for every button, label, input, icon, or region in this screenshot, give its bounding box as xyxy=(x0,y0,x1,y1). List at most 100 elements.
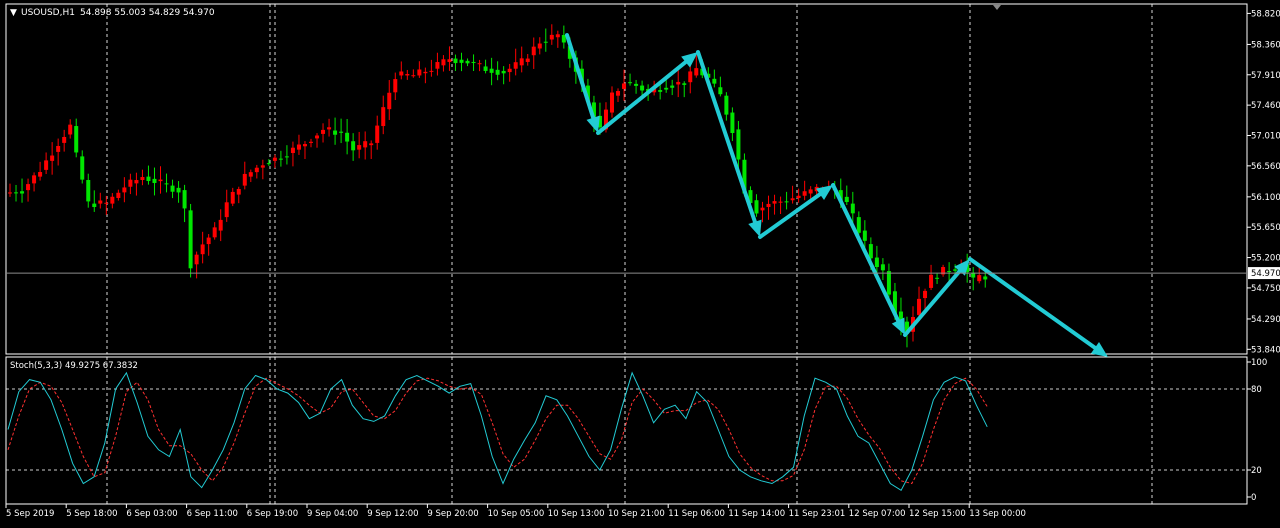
candle-body xyxy=(513,62,518,69)
candle-body xyxy=(284,156,289,158)
candle-body xyxy=(868,244,873,259)
time-tick-label: 11 Sep 06:00 xyxy=(668,509,725,519)
candle-body xyxy=(465,60,470,64)
candle-body xyxy=(92,203,97,208)
candle-body xyxy=(555,34,560,38)
candle-body xyxy=(947,271,952,273)
candle-body xyxy=(880,264,885,271)
candle-body xyxy=(856,217,861,233)
stoch-level-label: 0 xyxy=(1251,493,1256,503)
candle-body xyxy=(32,175,37,184)
candle-body xyxy=(38,172,43,177)
candle-body xyxy=(760,207,765,211)
candle-body xyxy=(531,46,536,56)
candle-body xyxy=(525,58,530,62)
candle-body xyxy=(935,277,940,279)
candle-body xyxy=(929,274,934,288)
candle-body xyxy=(495,69,500,75)
candle-body xyxy=(266,163,271,165)
candle-body xyxy=(664,87,669,90)
candle-body xyxy=(327,127,332,130)
stochastic-label: Stoch(5,3,3) 49.9275 67.3832 xyxy=(10,361,138,371)
time-tick-label: 12 Sep 07:00 xyxy=(849,509,906,519)
stoch-level-label: 20 xyxy=(1251,466,1262,476)
price-tick-label: 57.910 xyxy=(1251,71,1280,81)
time-tick-label: 9 Sep 20:00 xyxy=(427,509,478,519)
time-tick-label: 13 Sep 00:00 xyxy=(969,509,1026,519)
candle-body xyxy=(977,275,982,282)
time-tick-label: 5 Sep 2019 xyxy=(6,509,54,519)
time-tick-label: 10 Sep 21:00 xyxy=(608,509,665,519)
time-tick-label: 11 Sep 14:00 xyxy=(728,509,785,519)
candle-body xyxy=(423,71,428,74)
candle-body xyxy=(796,195,801,198)
candle-body xyxy=(453,58,458,64)
candle-body xyxy=(212,227,217,238)
candle-body xyxy=(176,187,181,193)
stoch-level-label: 80 xyxy=(1251,385,1262,395)
candle-body xyxy=(182,190,187,209)
candle-body xyxy=(634,83,639,86)
candle-body xyxy=(917,298,922,315)
candle-body xyxy=(730,112,735,133)
candle-body xyxy=(152,178,157,183)
price-tick-label: 55.650 xyxy=(1251,223,1280,233)
candle-body xyxy=(441,59,446,66)
candle-body xyxy=(790,198,795,201)
candle-body xyxy=(224,202,229,218)
candle-body xyxy=(339,131,344,133)
candle-body xyxy=(399,71,404,76)
stoch-level-label: 100 xyxy=(1251,358,1267,368)
time-tick-label: 9 Sep 04:00 xyxy=(307,509,358,519)
candle-body xyxy=(923,290,928,299)
candle-body xyxy=(134,180,139,184)
candle-body xyxy=(543,41,548,43)
time-tick-label: 6 Sep 19:00 xyxy=(247,509,298,519)
candle-body xyxy=(302,144,307,147)
candle-body xyxy=(688,71,693,83)
candle-body xyxy=(68,124,73,135)
candle-body xyxy=(670,85,675,88)
candle-body xyxy=(164,183,169,185)
current-price-label: 54.970 xyxy=(1251,269,1280,279)
candle-body xyxy=(146,176,151,182)
time-tick-label: 12 Sep 15:00 xyxy=(909,509,966,519)
candle-body xyxy=(188,210,193,269)
price-tick-label: 55.200 xyxy=(1251,254,1280,264)
candle-body xyxy=(218,219,223,231)
candle-body xyxy=(242,173,247,186)
candle-body xyxy=(405,74,410,76)
candle-body xyxy=(200,244,205,255)
price-tick-label: 57.010 xyxy=(1251,131,1280,141)
candle-body xyxy=(766,203,771,207)
candle-body xyxy=(561,34,566,43)
candle-body xyxy=(363,141,368,148)
candle-body xyxy=(140,177,145,180)
candle-body xyxy=(122,187,127,193)
candle-body xyxy=(321,129,326,134)
candle-body xyxy=(56,145,61,152)
time-tick-label: 5 Sep 18:00 xyxy=(66,509,117,519)
candle-body xyxy=(754,200,759,214)
time-tick-label: 10 Sep 05:00 xyxy=(488,509,545,519)
price-tick-label: 58.820 xyxy=(1251,9,1280,19)
trading-chart-window[interactable]: 58.820 58.360 57.910 57.460 57.010 56.560 56.1… xyxy=(0,0,1280,524)
candle-body xyxy=(20,191,25,194)
candle-body xyxy=(610,92,614,113)
candle-body xyxy=(778,201,783,203)
candle-body xyxy=(953,269,958,271)
dropdown-arrow-icon[interactable]: ▼ xyxy=(10,8,17,18)
price-tick-label: 56.560 xyxy=(1251,162,1280,172)
candle-body xyxy=(489,68,494,73)
candle-body xyxy=(345,132,350,142)
candle-body xyxy=(236,189,241,195)
candle-body xyxy=(537,43,542,49)
candle-body xyxy=(549,34,554,40)
candle-body xyxy=(519,58,524,66)
candle-body xyxy=(8,192,12,194)
candle-body xyxy=(712,78,717,84)
ohlc-readout: 54.898 55.003 54.829 54.970 xyxy=(80,8,215,18)
price-tick-label: 56.100 xyxy=(1251,193,1280,203)
candle-body xyxy=(483,66,488,71)
chart-canvas[interactable]: 58.820 58.360 57.910 57.460 57.010 56.560 56.1… xyxy=(0,0,1280,524)
